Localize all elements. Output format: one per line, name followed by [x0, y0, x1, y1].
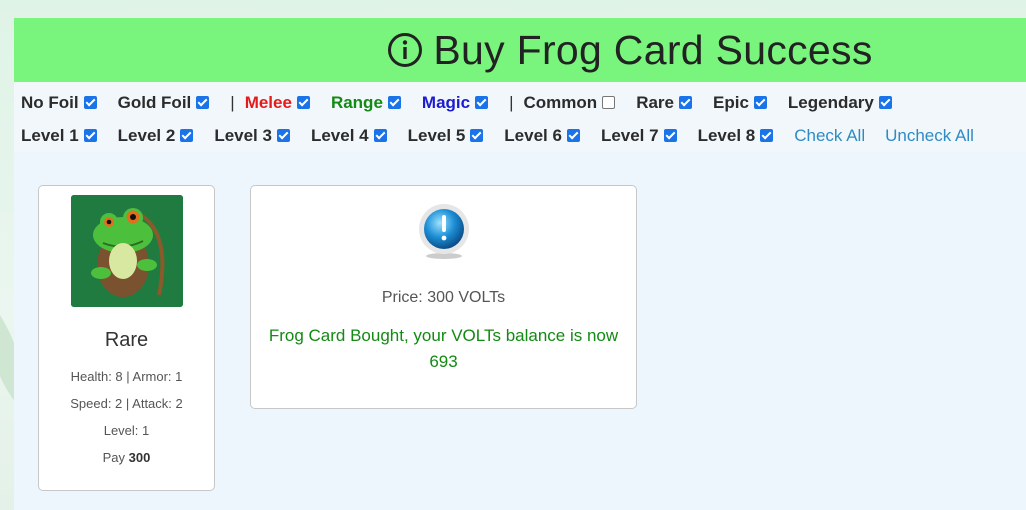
checkbox-melee[interactable] [296, 96, 310, 109]
checkbox-level-6[interactable] [566, 129, 580, 142]
info-circle-icon [388, 33, 423, 67]
uncheck-all-link[interactable]: Uncheck All [885, 126, 974, 146]
checkbox-legendary[interactable] [878, 96, 892, 109]
filter-level-3[interactable]: Level 3 [214, 126, 290, 146]
page-title: Buy Frog Card Success [433, 26, 873, 73]
pay-value: 300 [128, 450, 151, 465]
filter-epic[interactable]: Epic [713, 93, 767, 113]
filter-label: Level 7 [600, 125, 659, 145]
main-panel: Buy Frog Card Success No Foil Gold Foil … [14, 18, 1026, 510]
separator: | [230, 92, 235, 112]
frog-card[interactable]: Rare Health: 8 | Armor: 1 Speed: 2 | Att… [38, 185, 215, 491]
filter-rare[interactable]: Rare [636, 93, 692, 113]
filter-bar: No Foil Gold Foil | Melee Range Magic | … [14, 82, 1026, 152]
filter-label: Magic [421, 92, 471, 112]
filter-level-4[interactable]: Level 4 [311, 126, 387, 146]
card-speed-attack: Speed: 2 | Attack: 2 [70, 396, 183, 411]
checkbox-level-4[interactable] [373, 129, 387, 142]
filter-label: Common [523, 92, 598, 112]
checkbox-level-5[interactable] [470, 129, 484, 142]
filter-label: Range [330, 92, 383, 112]
page-header: Buy Frog Card Success [14, 18, 1026, 82]
filter-level-8[interactable]: Level 8 [698, 126, 774, 146]
card-rarity: Rare [104, 329, 149, 351]
filter-label: Level 5 [407, 125, 466, 145]
purchase-result-box: Price: 300 VOLTs Frog Card Bought, your … [250, 185, 637, 409]
success-message: Frog Card Bought, your VOLTs balance is … [268, 326, 619, 371]
filter-gold-foil[interactable]: Gold Foil [118, 93, 210, 113]
card-level: Level: 1 [103, 423, 150, 438]
filter-label: Rare [636, 92, 674, 112]
pay-label: Pay [102, 450, 126, 465]
filter-level-2[interactable]: Level 2 [118, 126, 194, 146]
filter-level-7[interactable]: Level 7 [601, 126, 677, 146]
checkbox-level-7[interactable] [663, 129, 677, 142]
filter-label: Level 1 [21, 125, 79, 145]
filter-level-5[interactable]: Level 5 [408, 126, 484, 146]
filter-no-foil[interactable]: No Foil [21, 93, 97, 113]
filter-range[interactable]: Range [331, 93, 401, 113]
filter-label: No Foil [21, 92, 79, 112]
filter-magic[interactable]: Magic [421, 92, 489, 113]
exclamation-icon [418, 204, 469, 259]
filter-label: Legendary [787, 92, 874, 112]
checkbox-no-foil[interactable] [83, 96, 97, 109]
filter-label: Gold Foil [117, 92, 192, 112]
frog-archer-image [70, 195, 183, 307]
checkbox-common[interactable] [602, 96, 616, 109]
card-pay: Pay 300 [39, 450, 214, 465]
filter-common[interactable]: Common [524, 93, 616, 113]
checkbox-level-8[interactable] [760, 129, 774, 142]
filter-label: Level 6 [504, 125, 562, 145]
filter-level-1[interactable]: Level 1 [21, 126, 97, 146]
filter-label: Melee [244, 92, 292, 112]
check-all-link[interactable]: Check All [794, 126, 865, 146]
separator: | [509, 92, 514, 112]
filter-level-6[interactable]: Level 6 [504, 126, 580, 146]
price-text: Price: 300 VOLTs [381, 289, 506, 306]
filter-label: Epic [713, 92, 749, 112]
filter-label: Level 4 [310, 125, 369, 145]
filter-legendary[interactable]: Legendary [788, 93, 892, 113]
checkbox-epic[interactable] [753, 96, 767, 109]
checkbox-magic[interactable] [475, 96, 489, 109]
card-health-armor: Health: 8 | Armor: 1 [70, 369, 183, 384]
filter-label: Level 8 [697, 125, 756, 145]
checkbox-range[interactable] [387, 96, 401, 109]
filter-row-type: No Foil Gold Foil | Melee Range Magic | … [21, 86, 1026, 119]
checkbox-level-2[interactable] [180, 129, 194, 142]
checkbox-level-3[interactable] [276, 129, 290, 142]
checkbox-gold-foil[interactable] [196, 96, 210, 109]
filter-melee[interactable]: Melee [245, 93, 310, 113]
checkbox-rare[interactable] [679, 96, 692, 109]
filter-label: Level 2 [117, 125, 176, 145]
filter-label: Level 3 [214, 125, 272, 145]
filter-row-level: Level 1 Level 2 Level 3 Level 4 Level 5 … [21, 119, 1026, 152]
checkbox-level-1[interactable] [83, 129, 97, 142]
